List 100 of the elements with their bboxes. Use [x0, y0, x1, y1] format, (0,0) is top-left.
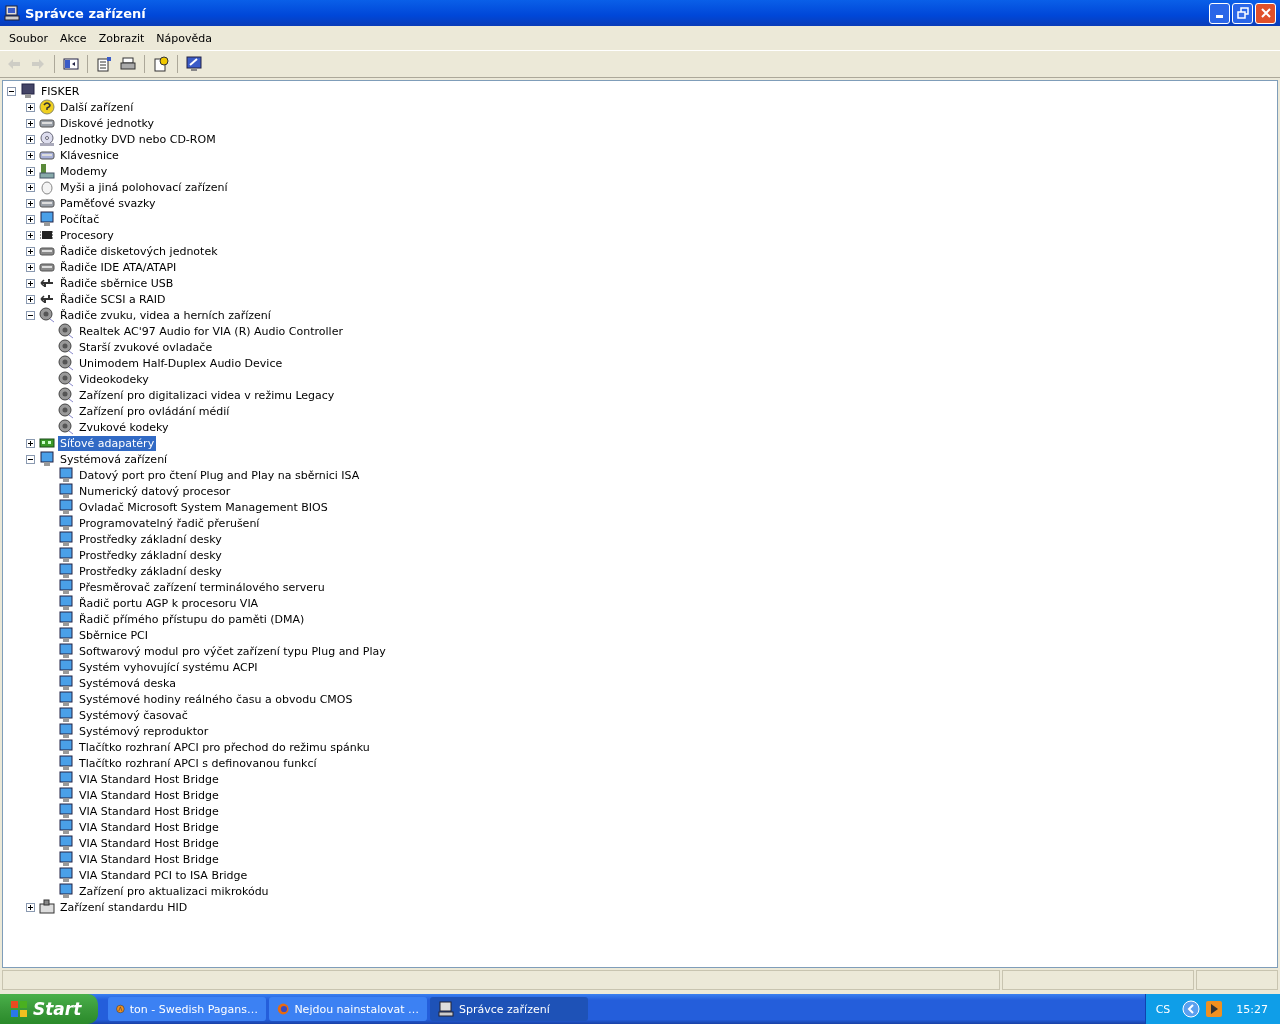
tree-item[interactable]: Zařízení pro digitalizaci videa v režimu Legacy: [77, 387, 337, 403]
monitor-icon: [58, 739, 74, 755]
tree-item[interactable]: Diskové jednotky: [58, 115, 157, 131]
tree-item[interactable]: Řadiče disketových jednotek: [58, 243, 220, 259]
expand-toggle[interactable]: [26, 150, 35, 160]
tree-item[interactable]: Softwarový modul pro výčet zařízení typu Plug and Play: [77, 643, 388, 659]
expand-toggle[interactable]: [26, 214, 35, 224]
close-icon: [1259, 7, 1272, 19]
monitor-icon: [58, 883, 74, 899]
expand-toggle[interactable]: [26, 902, 35, 912]
tree-item[interactable]: Unimodem Half-Duplex Audio Device: [77, 355, 285, 371]
tree-item[interactable]: Systémová zařízení: [58, 451, 170, 467]
tree-item[interactable]: Jednotky DVD nebo CD-ROM: [58, 131, 218, 147]
tree-item[interactable]: Systémový časovač: [77, 707, 190, 723]
monitor-icon: [58, 659, 74, 675]
close-button[interactable]: [1255, 2, 1276, 24]
tree-item[interactable]: Prostředky základní desky: [77, 547, 224, 563]
monitor-icon: [58, 579, 74, 595]
expand-toggle[interactable]: [26, 102, 35, 112]
monitor-icon: [58, 499, 74, 515]
expand-toggle[interactable]: [26, 166, 35, 176]
collapse-toggle[interactable]: [26, 454, 35, 464]
tree-item[interactable]: VIA Standard Host Bridge: [77, 835, 221, 851]
expand-toggle[interactable]: [26, 262, 35, 272]
minimize-button[interactable]: [1209, 2, 1230, 24]
tree-item[interactable]: Počítač: [58, 211, 102, 227]
tree-item[interactable]: Numerický datový procesor: [77, 483, 233, 499]
tree-item[interactable]: Prostředky základní desky: [77, 531, 224, 547]
taskbar-button[interactable]: ton - Swedish Pagans…: [108, 997, 266, 1021]
network-icon: [39, 435, 55, 451]
cd-icon: [39, 131, 55, 147]
computer-icon: [20, 83, 36, 99]
taskbar-button[interactable]: Správce zařízení: [430, 997, 588, 1021]
expand-toggle[interactable]: [26, 438, 35, 448]
tree-item[interactable]: VIA Standard Host Bridge: [77, 803, 221, 819]
tree-item[interactable]: Myši a jiná polohovací zařízení: [58, 179, 230, 195]
play-icon[interactable]: [1206, 1001, 1223, 1017]
tree-item[interactable]: Klávesnice: [58, 147, 121, 163]
clock: 15:27: [1236, 1002, 1268, 1016]
tree-item[interactable]: Procesory: [58, 227, 116, 243]
tree-item[interactable]: Řadiče sběrnice USB: [58, 275, 176, 291]
tree-item[interactable]: Videokodeky: [77, 371, 151, 387]
expand-toggle[interactable]: [26, 198, 35, 208]
tree-item[interactable]: Systémový reproduktor: [77, 723, 211, 739]
taskbar-button[interactable]: Nejdou nainstalovat …: [269, 997, 427, 1021]
tree-item[interactable]: Tlačítko rozhraní APCI s definovanou funkcí: [77, 755, 319, 771]
menu-item[interactable]: Nápověda: [150, 31, 218, 45]
tree-item[interactable]: Zařízení standardu HID: [58, 899, 190, 915]
monitor-icon: [39, 211, 55, 227]
tree-item[interactable]: Síťové adapatéry: [58, 435, 157, 451]
tree-item[interactable]: Zařízení pro aktualizaci mikrokódu: [77, 883, 271, 899]
tree-item[interactable]: VIA Standard Host Bridge: [77, 819, 221, 835]
collapse-toggle[interactable]: [26, 310, 35, 320]
tree-item[interactable]: Přesměrovač zařízení terminálového serveru: [77, 579, 327, 595]
expand-toggle[interactable]: [26, 230, 35, 240]
tree-item[interactable]: Systémová deska: [77, 675, 178, 691]
expand-toggle[interactable]: [26, 246, 35, 256]
monitor-icon: [58, 691, 74, 707]
tree-item[interactable]: Paměťové svazky: [58, 195, 158, 211]
tree-item[interactable]: Starší zvukové ovladače: [77, 339, 215, 355]
mouse-icon: [39, 179, 55, 195]
speaker-icon: [58, 403, 74, 419]
monitor-icon: [58, 611, 74, 627]
expand-toggle[interactable]: [26, 182, 35, 192]
expand-toggle[interactable]: [26, 278, 35, 288]
restore-button[interactable]: [1232, 2, 1253, 24]
monitor-icon: [58, 627, 74, 643]
menu-item[interactable]: Soubor: [3, 31, 54, 45]
tree-item[interactable]: Řadiče zvuku, videa a herních zařízení: [58, 307, 273, 323]
tree-item[interactable]: Tlačítko rozhraní APCI pro přechod do režimu spánku: [77, 739, 372, 755]
collapse-toggle[interactable]: [7, 86, 16, 96]
tree-item[interactable]: Řadiče SCSI a RAID: [58, 291, 168, 307]
menu-item[interactable]: Akce: [53, 31, 93, 45]
tree-item[interactable]: Zařízení pro ovládání médií: [77, 403, 232, 419]
expand-toggle[interactable]: [26, 118, 35, 128]
tree-item[interactable]: Modemy: [58, 163, 110, 179]
expand-toggle[interactable]: [26, 134, 35, 144]
tree-item[interactable]: Řadič přímého přístupu do paměti (DMA): [77, 611, 307, 627]
tree-item[interactable]: VIA Standard Host Bridge: [77, 771, 221, 787]
tree-item[interactable]: VIA Standard PCI to ISA Bridge: [77, 867, 250, 883]
tree-item[interactable]: Datový port pro čtení Plug and Play na sběrnici ISA: [77, 467, 362, 483]
tree-item[interactable]: Programovatelný řadič přerušení: [77, 515, 262, 531]
expand-toggle[interactable]: [26, 294, 35, 304]
tree-item[interactable]: Ovladač Microsoft System Management BIOS: [77, 499, 330, 515]
tree-item[interactable]: VIA Standard Host Bridge: [77, 787, 221, 803]
chevron-left-icon[interactable]: [1182, 1000, 1201, 1018]
tree-item[interactable]: Zvukové kodeky: [77, 419, 171, 435]
start-button[interactable]: Start: [0, 994, 98, 1024]
tree-item[interactable]: VIA Standard Host Bridge: [77, 851, 221, 867]
tree-item[interactable]: Systém vyhovující systému ACPI: [77, 659, 260, 675]
tree-item[interactable]: FISKER: [39, 83, 82, 99]
tree-item[interactable]: Další zařízení: [58, 99, 136, 115]
tree-item[interactable]: Prostředky základní desky: [77, 563, 224, 579]
tree-item[interactable]: Řadič portu AGP k procesoru VIA: [77, 595, 261, 611]
tree-item[interactable]: Systémové hodiny reálného času a obvodu CMOS: [77, 691, 355, 707]
tree-item[interactable]: Sběrnice PCI: [77, 627, 150, 643]
tree-item[interactable]: Řadiče IDE ATA/ATAPI: [58, 259, 179, 275]
menu-item[interactable]: Zobrazit: [92, 31, 151, 45]
monitor-icon: [58, 851, 74, 867]
tree-item[interactable]: Realtek AC'97 Audio for VIA (R) Audio Controller: [77, 323, 345, 339]
